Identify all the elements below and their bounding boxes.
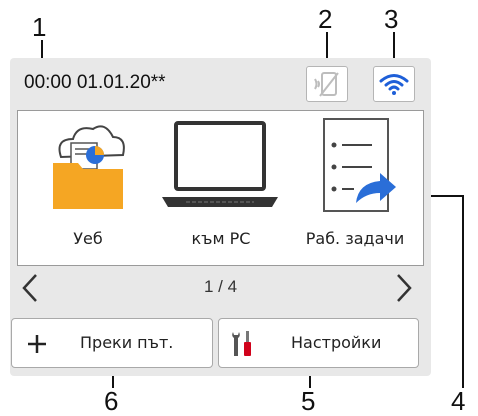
tools-icon xyxy=(232,331,251,356)
page-indicator: 1 / 4 xyxy=(203,277,238,296)
callout-2: 2 xyxy=(318,4,333,34)
laptop-icon xyxy=(162,121,278,207)
nfc-disabled-icon xyxy=(314,72,339,97)
workflow-list-icon xyxy=(323,118,396,212)
callout-5: 5 xyxy=(301,386,316,416)
chevron-right-icon[interactable] xyxy=(393,272,415,304)
datetime-display: 00:00 01.01.20** xyxy=(24,72,166,93)
app-panel: Уеб към PC Раб. задачи xyxy=(17,110,424,266)
callout-3: 3 xyxy=(384,4,399,34)
wifi-status-button[interactable] xyxy=(373,66,415,102)
web-cloud-folder-icon xyxy=(53,125,125,209)
settings-label: Настройки xyxy=(291,333,382,352)
app-label-to-pc: към PC xyxy=(191,229,251,248)
shortcuts-label: Преки път. xyxy=(80,333,174,352)
callout-4: 4 xyxy=(451,386,466,416)
page-navigator: 1 / 4 xyxy=(17,268,424,308)
plus-icon xyxy=(28,335,46,353)
app-label-workflow: Раб. задачи xyxy=(305,229,405,248)
settings-button[interactable]: Настройки xyxy=(218,318,419,368)
shortcuts-button[interactable]: Преки път. xyxy=(11,318,213,368)
leader-line-4-v xyxy=(462,195,464,388)
app-to-pc[interactable]: към PC xyxy=(156,111,286,265)
callout-6: 6 xyxy=(104,386,119,416)
callout-1: 1 xyxy=(32,12,47,42)
wifi-icon xyxy=(379,74,409,95)
nfc-status-button[interactable] xyxy=(306,66,348,102)
app-web[interactable]: Уеб xyxy=(23,111,153,265)
app-workflow[interactable]: Раб. задачи xyxy=(290,111,420,265)
app-label-web: Уеб xyxy=(73,229,103,248)
